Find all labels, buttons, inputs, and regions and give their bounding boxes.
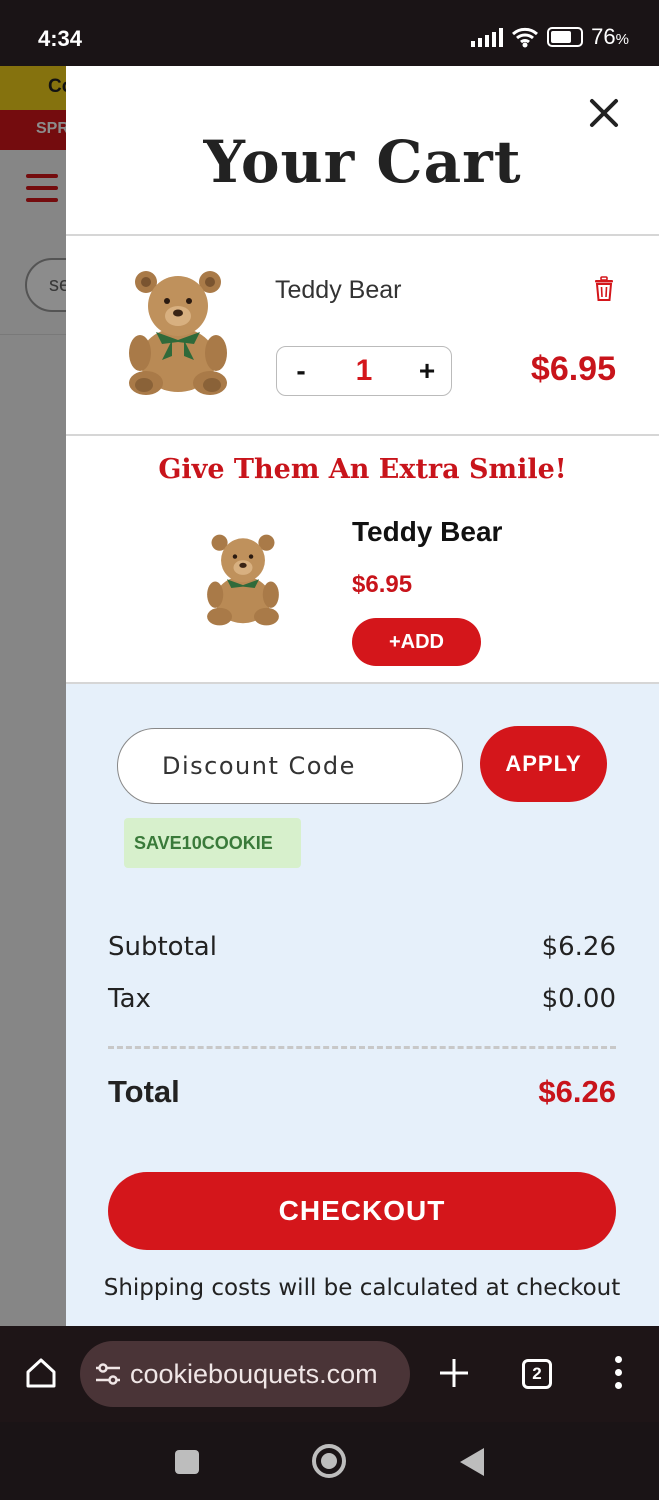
battery-level: 76%	[591, 24, 629, 49]
tax-value: $0.00	[541, 984, 616, 1014]
status-time: 4:34	[38, 26, 83, 51]
total-value: $6.26	[538, 1074, 616, 1109]
more-options-icon[interactable]	[612, 1356, 624, 1392]
new-tab-icon[interactable]	[437, 1356, 471, 1390]
total-label: Total	[108, 1074, 180, 1109]
total-row: Total $6.26	[108, 1074, 616, 1110]
url-text: cookiebouquets.com	[130, 1359, 378, 1389]
subtotal-row: Subtotal $6.26	[108, 932, 616, 962]
signal-icon	[471, 27, 504, 47]
back-icon[interactable]	[460, 1448, 484, 1476]
cart-drawer: Your Cart Teddy Bear - 1 + $6.95 Give Th…	[66, 66, 659, 1326]
tax-row: Tax $0.00	[108, 984, 616, 1014]
subtotal-label: Subtotal	[108, 932, 217, 962]
summary-divider	[108, 1046, 616, 1049]
discount-code-input[interactable]	[117, 728, 463, 804]
teddy-bear-image	[129, 271, 227, 395]
cart-item-name: Teddy Bear	[275, 276, 402, 304]
applied-discount-code: SAVE10COOKIE	[124, 818, 301, 868]
quantity-stepper: - 1 +	[276, 346, 452, 396]
add-upsell-button[interactable]: +ADD	[352, 618, 481, 666]
upsell-teddy-bear-image	[207, 534, 279, 626]
home-icon[interactable]	[24, 1356, 58, 1390]
close-icon[interactable]	[587, 96, 621, 130]
quantity-value[interactable]: 1	[325, 354, 403, 388]
cart-title: Your Cart	[203, 128, 522, 196]
browser-toolbar: cookiebouquets.com 2	[0, 1326, 659, 1422]
battery-icon	[547, 27, 584, 47]
recent-apps-icon[interactable]	[175, 1450, 199, 1474]
cart-item-price: $6.95	[530, 350, 616, 388]
order-summary: APPLY SAVE10COOKIE Subtotal $6.26 Tax $0…	[66, 682, 659, 1326]
checkout-button[interactable]: CHECKOUT	[108, 1172, 616, 1250]
shipping-note: Shipping costs will be calculated at che…	[103, 1275, 621, 1301]
quantity-decrease-button[interactable]: -	[277, 347, 325, 395]
tax-label: Tax	[108, 984, 151, 1014]
system-home-icon[interactable]	[312, 1444, 346, 1478]
apply-discount-button[interactable]: APPLY	[480, 726, 607, 802]
wifi-icon	[512, 27, 539, 48]
upsell-item-name: Teddy Bear	[352, 516, 503, 547]
status-icons: 76%	[471, 24, 629, 50]
trash-icon[interactable]	[594, 276, 614, 302]
tab-switcher-icon[interactable]: 2	[522, 1359, 552, 1389]
upsell-title: Give Them An Extra Smile!	[158, 454, 567, 485]
status-bar: 4:34 76%	[0, 0, 659, 66]
quantity-increase-button[interactable]: +	[403, 347, 451, 395]
subtotal-value: $6.26	[541, 932, 616, 962]
site-settings-icon[interactable]	[94, 1363, 122, 1385]
system-navigation-bar	[0, 1422, 659, 1500]
upsell-item-price: $6.95	[352, 571, 413, 598]
address-bar[interactable]: cookiebouquets.com	[80, 1341, 410, 1407]
